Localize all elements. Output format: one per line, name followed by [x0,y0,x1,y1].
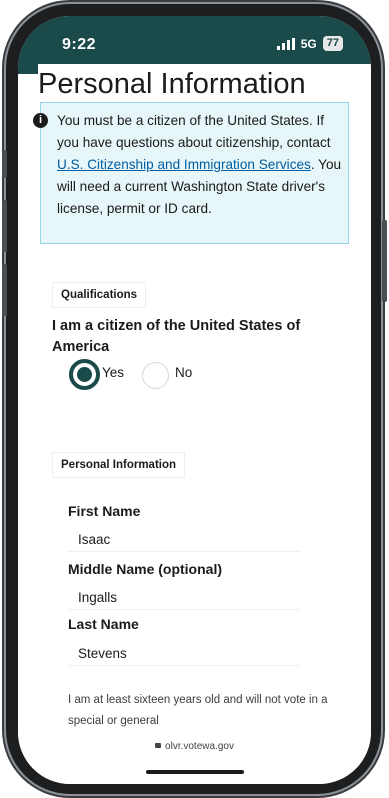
volume-down-button [2,264,7,316]
signal-icon [276,37,295,50]
status-time: 9:22 [62,36,97,53]
phone-screen: 9:22 5G 77 Personal Information i You mu… [18,16,371,784]
middle-name-label: Middle Name (optional) [68,561,222,577]
page-title: Personal Information [38,64,371,104]
citizenship-alert: i You must be a citizen of the United St… [33,102,349,244]
status-indicators: 5G 77 [276,36,343,51]
alert-text-start: You must be a citizen of the United Stat… [57,113,331,150]
radio-no-label[interactable]: No [175,365,192,380]
mute-switch [2,150,7,178]
url-text: olvr.votewa.gov [165,741,234,752]
radio-yes-label[interactable]: Yes [102,365,124,380]
radio-yes[interactable] [69,359,100,390]
home-indicator[interactable] [146,770,244,774]
first-name-input[interactable]: Isaac [68,528,300,552]
radio-no[interactable] [142,362,169,389]
info-icon: i [33,113,48,128]
middle-name-input[interactable]: Ingalls [68,586,300,610]
browser-url-bar[interactable]: olvr.votewa.gov [18,734,371,784]
battery-icon: 77 [322,36,343,51]
last-name-input[interactable]: Stevens [68,642,300,666]
lock-icon [155,743,162,748]
network-label: 5G [300,36,317,51]
citizenship-question: I am a citizen of the United States of A… [52,318,301,355]
uscis-link[interactable]: U.S. Citizenship and Immigration Service… [57,157,311,172]
qualifications-legend: Qualifications [52,282,147,308]
last-name-label: Last Name [68,616,139,632]
volume-up-button [2,200,7,252]
radio-selected-dot [77,367,92,382]
first-name-label: First Name [68,503,141,519]
personal-information-legend: Personal Information [52,452,186,478]
age-statement: I am at least sixteen years old and will… [68,694,328,727]
power-button [382,220,387,302]
url-display[interactable]: olvr.votewa.gov [18,741,371,752]
